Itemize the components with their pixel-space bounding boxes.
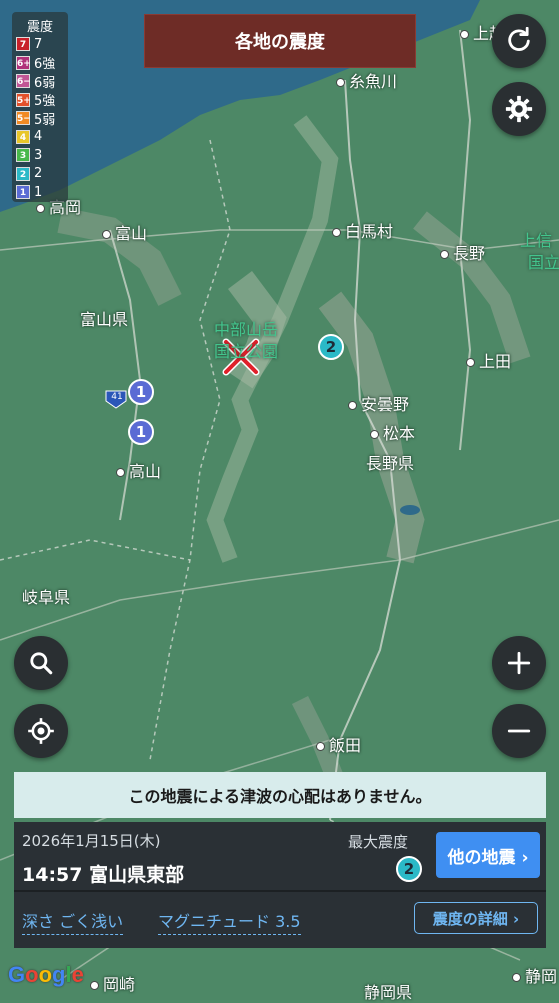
locate-icon — [28, 718, 54, 744]
magnitude-link[interactable]: マグニチュード 3.5 — [158, 908, 301, 935]
refresh-button[interactable] — [492, 14, 546, 68]
legend-swatch: 7 — [16, 37, 30, 52]
label-nagano-prefecture: 長野県 — [366, 454, 415, 473]
legend-row: 6+ 6強 — [16, 54, 68, 73]
label-ueda: 上田 — [466, 348, 511, 372]
label-kokuritsu: 国立 — [528, 253, 559, 272]
legend-label: 5強 — [34, 94, 56, 110]
google-logo: Google — [8, 962, 84, 987]
legend-swatch: 1 — [16, 185, 30, 200]
legend-row: 44 — [16, 128, 68, 147]
legend-swatch: 6+ — [16, 55, 31, 70]
legend-swatch: 4 — [16, 129, 30, 144]
legend-row: 11 — [16, 183, 68, 202]
refresh-icon — [508, 27, 530, 51]
intensity-marker[interactable]: 1 — [128, 419, 154, 445]
label-hakuba: 白馬村 — [332, 218, 393, 242]
label-matsumoto: 松本 — [370, 420, 415, 444]
zoom-out-button[interactable] — [492, 704, 546, 758]
label-park-type: 国立公園 — [214, 342, 279, 361]
label-itoigawa: 糸魚川 — [336, 68, 397, 92]
quake-date: 2026年1月15日(木) — [22, 832, 161, 850]
label-toyama-prefecture: 富山県 — [80, 310, 129, 329]
tsunami-message: この地震による津波の心配はありません。 — [14, 772, 546, 818]
legend-label: 3 — [34, 147, 43, 163]
label-shinetsu: 上信 — [520, 231, 553, 250]
legend-swatch: 6− — [16, 74, 31, 89]
legend-label: 4 — [34, 129, 43, 145]
label-toyama: 富山 — [102, 220, 147, 244]
search-icon — [30, 652, 53, 675]
depth-link[interactable]: 深さ ごく浅い — [22, 908, 124, 935]
legend-row: 22 — [16, 165, 68, 184]
label-nagano: 長野 — [440, 240, 485, 264]
lake — [400, 505, 420, 515]
zoom-in-button[interactable] — [492, 636, 546, 690]
intensity-legend: 震度 7 7 6+ 6強 6− 6弱 5+ 5強 5− 5弱 4 4 3 3 2 2 1 1 — [12, 12, 68, 202]
intensity-marker[interactable]: 2 — [318, 334, 344, 360]
intensity-detail-button[interactable]: 震度の詳細 › — [414, 902, 538, 934]
legend-label: 6弱 — [34, 75, 56, 91]
legend-row: 33 — [16, 146, 68, 165]
quake-time-place: 14:57 富山県東部 — [22, 864, 185, 886]
label-okazaki: 岡崎 — [90, 971, 135, 995]
label-shizuoka-prefecture: 静岡県 — [364, 983, 413, 1002]
legend-swatch: 2 — [16, 166, 30, 181]
label-takayama: 高山 — [116, 458, 161, 482]
legend-swatch: 5− — [16, 111, 31, 126]
settings-button[interactable] — [492, 82, 546, 136]
legend-row: 5+ 5強 — [16, 91, 68, 110]
legend-label: 6強 — [34, 57, 56, 73]
locate-button[interactable] — [14, 704, 68, 758]
legend-label: 5弱 — [34, 112, 56, 128]
legend-title: 震度 — [26, 20, 53, 35]
legend-row: 77 — [16, 35, 68, 54]
legend-label: 1 — [34, 184, 43, 200]
earthquake-info-panel: 2026年1月15日(木) 14:57 富山県東部 最大震度 2 他の地震 › … — [14, 822, 546, 948]
plus-icon — [507, 651, 531, 675]
legend-swatch: 5+ — [16, 92, 31, 107]
other-earthquakes-button[interactable]: 他の地震 › — [436, 832, 540, 878]
legend-label: 2 — [34, 166, 43, 182]
legend-row: 6− 6弱 — [16, 72, 68, 91]
route-number: 41 — [111, 392, 123, 402]
max-intensity-label: 最大震度 — [348, 833, 409, 851]
legend-label: 7 — [34, 36, 43, 52]
legend-row: 5− 5弱 — [16, 109, 68, 128]
label-shizuoka: 静岡 — [512, 963, 557, 987]
label-iida: 飯田 — [316, 732, 361, 756]
panel-divider — [14, 890, 546, 892]
minus-icon — [507, 729, 531, 733]
max-intensity-badge: 2 — [396, 856, 422, 882]
intensity-marker[interactable]: 1 — [128, 379, 154, 405]
label-azumino: 安曇野 — [348, 391, 409, 415]
label-park-name: 中部山岳 — [214, 320, 279, 339]
page-title: 各地の震度 — [144, 14, 416, 68]
search-button[interactable] — [14, 636, 68, 690]
label-gifu-prefecture: 岐阜県 — [22, 588, 71, 607]
gear-icon — [505, 95, 533, 123]
legend-swatch: 3 — [16, 148, 30, 163]
